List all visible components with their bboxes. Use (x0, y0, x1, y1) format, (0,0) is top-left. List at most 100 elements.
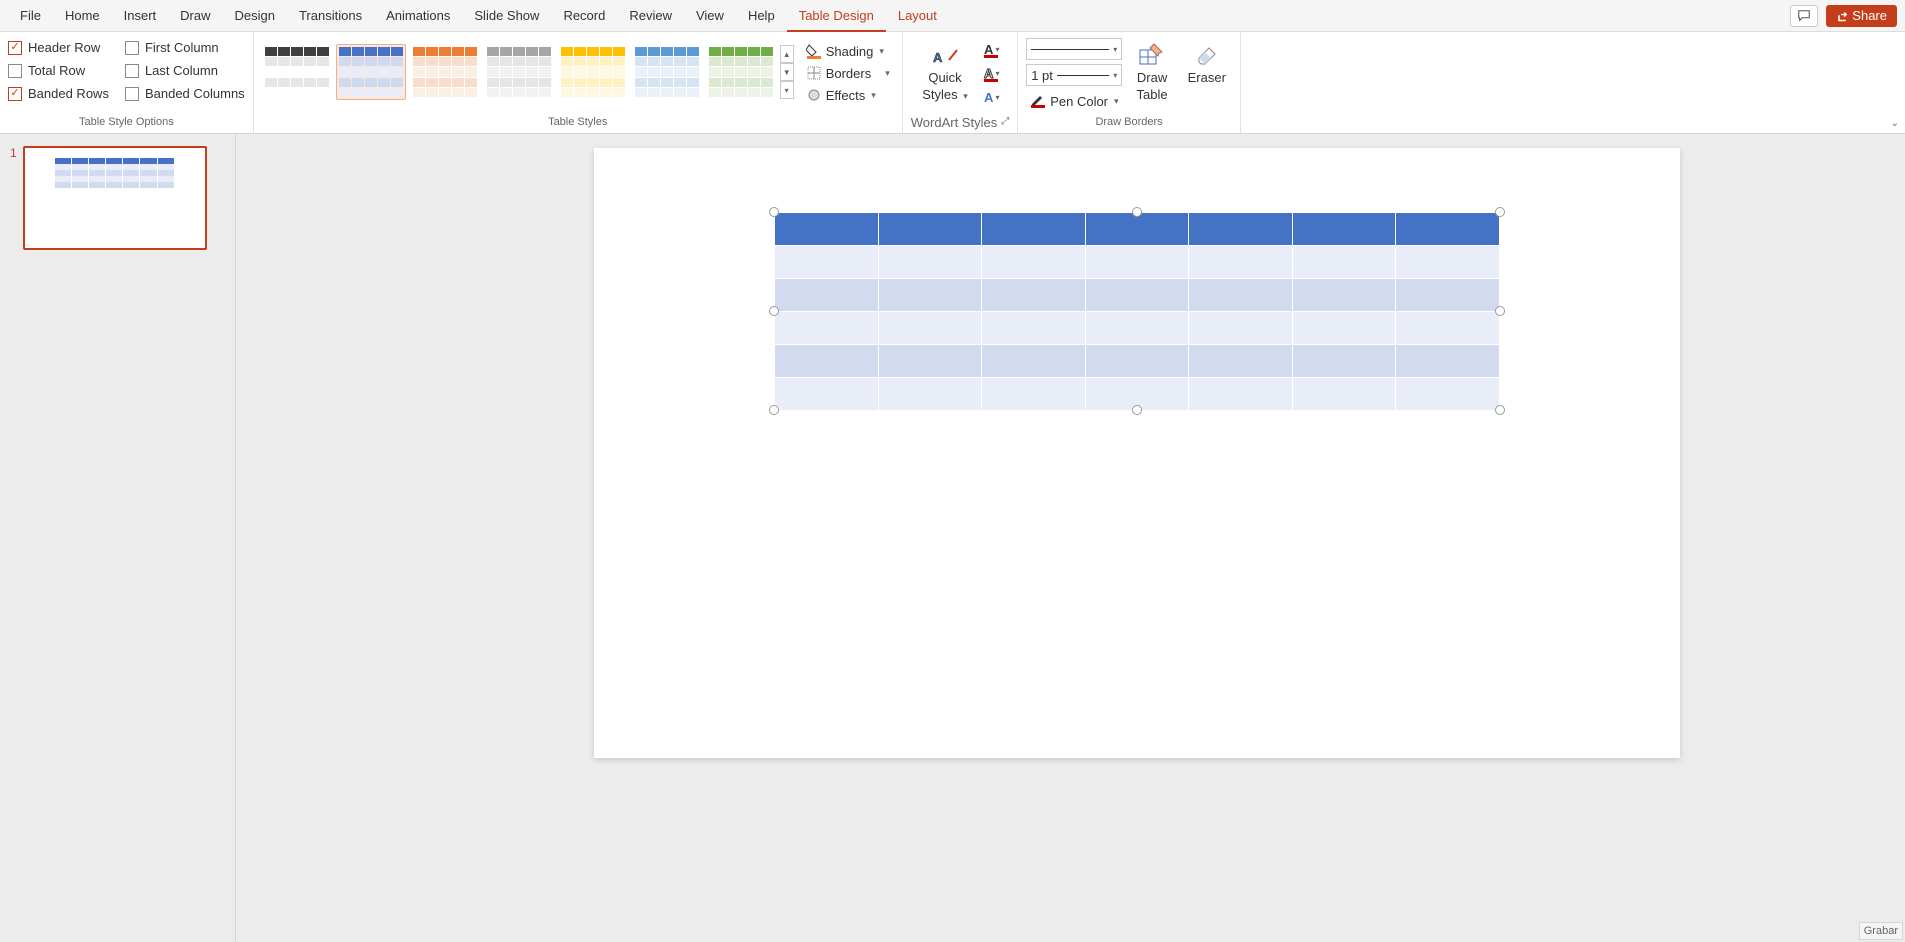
tab-help[interactable]: Help (736, 0, 787, 32)
text-fill-button[interactable]: A▾ (980, 38, 1004, 60)
text-effects-button[interactable]: A▾ (980, 86, 1004, 108)
tab-table-design[interactable]: Table Design (787, 0, 886, 32)
table-cell[interactable] (1292, 279, 1396, 312)
table-cell[interactable] (1396, 345, 1500, 378)
table-cell[interactable] (775, 312, 879, 345)
slide-thumbnail-1[interactable] (23, 146, 207, 250)
table-cell[interactable] (1396, 246, 1500, 279)
table-cell[interactable] (775, 345, 879, 378)
gallery-more[interactable]: ▾ (780, 81, 794, 99)
selected-table[interactable] (774, 212, 1500, 411)
table-cell[interactable] (982, 312, 1086, 345)
selection-handle[interactable] (1132, 405, 1142, 415)
slide-canvas[interactable] (594, 148, 1680, 758)
table-style-3[interactable] (484, 44, 554, 100)
table-cell[interactable] (1189, 279, 1293, 312)
tab-layout[interactable]: Layout (886, 0, 949, 32)
effects-button[interactable]: Effects▾ (802, 85, 894, 105)
wordart-dialog-launcher[interactable]: ⤢ (1001, 115, 1009, 131)
checkbox-header-row[interactable]: Header Row (8, 40, 109, 55)
pen-color-button[interactable]: Pen Color▾ (1026, 90, 1122, 113)
table-cell[interactable] (1085, 246, 1189, 279)
eraser-button[interactable]: Eraser (1182, 38, 1232, 113)
table-cell[interactable] (775, 213, 879, 246)
tab-slideshow[interactable]: Slide Show (462, 0, 551, 32)
table-cell[interactable] (1292, 378, 1396, 411)
table-cell[interactable] (775, 246, 879, 279)
table-style-0[interactable] (262, 44, 332, 100)
table-cell[interactable] (982, 378, 1086, 411)
table-cell[interactable] (1396, 279, 1500, 312)
table-cell[interactable] (1189, 345, 1293, 378)
selection-handle[interactable] (769, 306, 779, 316)
tab-insert[interactable]: Insert (112, 0, 169, 32)
table-cell[interactable] (1085, 279, 1189, 312)
selection-handle[interactable] (1132, 207, 1142, 217)
table-cell[interactable] (1189, 378, 1293, 411)
checkbox-total-row[interactable]: Total Row (8, 63, 109, 78)
table-cell[interactable] (1292, 312, 1396, 345)
draw-table-button[interactable]: Draw Table (1131, 38, 1174, 113)
table-cell[interactable] (1189, 213, 1293, 246)
tab-transitions[interactable]: Transitions (287, 0, 374, 32)
selection-handle[interactable] (1495, 405, 1505, 415)
table-cell[interactable] (878, 213, 982, 246)
checkbox-banded-rows[interactable]: Banded Rows (8, 86, 109, 101)
checkbox-first-column[interactable]: First Column (125, 40, 245, 55)
table-cell[interactable] (1189, 246, 1293, 279)
quick-styles-button[interactable]: A Quick Styles ▾ (916, 38, 974, 104)
checkbox-banded-columns[interactable]: Banded Columns (125, 86, 245, 101)
tab-draw[interactable]: Draw (168, 0, 222, 32)
share-button[interactable]: Share (1826, 5, 1897, 27)
table-cell[interactable] (1292, 213, 1396, 246)
tab-animations[interactable]: Animations (374, 0, 462, 32)
tab-review[interactable]: Review (617, 0, 684, 32)
tab-record[interactable]: Record (551, 0, 617, 32)
table-cell[interactable] (982, 345, 1086, 378)
table-cell[interactable] (1189, 312, 1293, 345)
checkbox-last-column[interactable]: Last Column (125, 63, 245, 78)
pen-weight-combo[interactable]: 1 pt▾ (1026, 64, 1122, 86)
shading-button[interactable]: Shading▾ (802, 41, 894, 61)
pen-style-combo[interactable]: ▾ (1026, 38, 1122, 60)
selection-handle[interactable] (1495, 207, 1505, 217)
table-cell[interactable] (775, 378, 879, 411)
gallery-scroll-down[interactable]: ▼ (780, 63, 794, 81)
table-cell[interactable] (1292, 345, 1396, 378)
table-cell[interactable] (878, 378, 982, 411)
status-record[interactable]: Grabar (1859, 922, 1903, 940)
tab-design[interactable]: Design (223, 0, 287, 32)
table-style-2[interactable] (410, 44, 480, 100)
table-cell[interactable] (1085, 213, 1189, 246)
table-cell[interactable] (878, 345, 982, 378)
selection-handle[interactable] (769, 405, 779, 415)
table-cell[interactable] (982, 246, 1086, 279)
tab-file[interactable]: File (8, 0, 53, 32)
table-cell[interactable] (1292, 246, 1396, 279)
table-cell[interactable] (1396, 312, 1500, 345)
table-cell[interactable] (1396, 213, 1500, 246)
text-outline-button[interactable]: A▾ (980, 62, 1004, 84)
table-style-1[interactable] (336, 44, 406, 100)
table-cell[interactable] (982, 213, 1086, 246)
tab-home[interactable]: Home (53, 0, 112, 32)
gallery-scroll-up[interactable]: ▲ (780, 45, 794, 63)
table-style-5[interactable] (632, 44, 702, 100)
selection-handle[interactable] (1495, 306, 1505, 316)
table-cell[interactable] (1085, 345, 1189, 378)
table-style-4[interactable] (558, 44, 628, 100)
table-cell[interactable] (982, 279, 1086, 312)
table-cell[interactable] (878, 279, 982, 312)
table-cell[interactable] (1085, 312, 1189, 345)
slide-editor[interactable] (236, 134, 1905, 942)
table-style-6[interactable] (706, 44, 776, 100)
ribbon-collapse[interactable]: ⌄ (1891, 118, 1899, 129)
selection-handle[interactable] (769, 207, 779, 217)
table-cell[interactable] (878, 246, 982, 279)
table-cell[interactable] (1396, 378, 1500, 411)
table-cell[interactable] (878, 312, 982, 345)
borders-button[interactable]: Borders▾ (802, 63, 894, 83)
tab-view[interactable]: View (684, 0, 736, 32)
comments-button[interactable] (1790, 5, 1818, 27)
table-cell[interactable] (775, 279, 879, 312)
